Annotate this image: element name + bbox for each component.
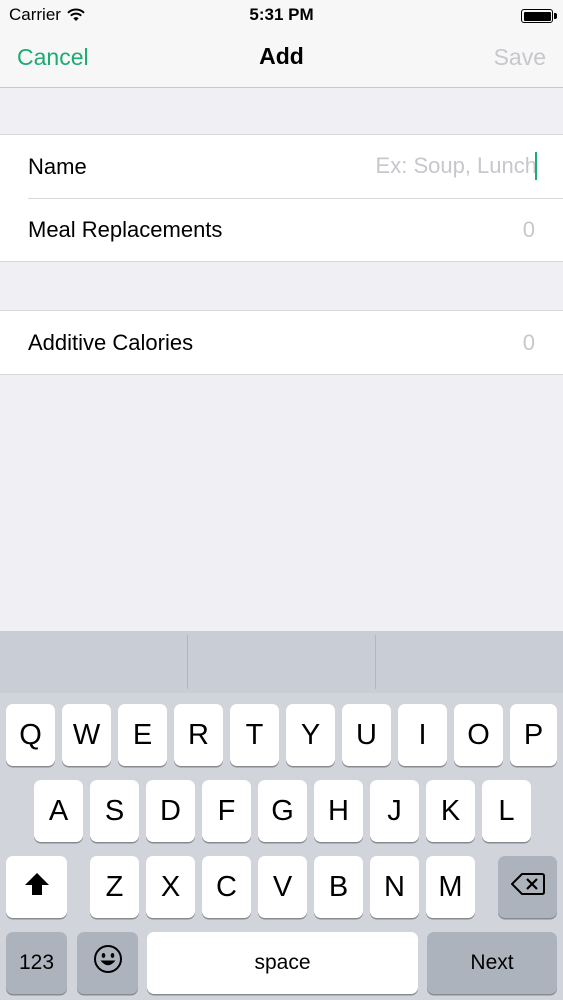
shift-key[interactable] <box>6 856 67 918</box>
status-bar: Carrier 5:31 PM <box>0 0 563 30</box>
key-s[interactable]: S <box>90 780 139 842</box>
save-button[interactable]: Save <box>494 44 546 71</box>
key-p[interactable]: P <box>510 704 557 766</box>
key-q[interactable]: Q <box>6 704 55 766</box>
additive-calories-row[interactable]: Additive Calories 0 <box>0 311 563 374</box>
form-section-calories: Additive Calories 0 <box>0 310 563 375</box>
key-o[interactable]: O <box>454 704 503 766</box>
meal-replacements-row[interactable]: Meal Replacements 0 <box>0 198 563 261</box>
status-time: 5:31 PM <box>249 5 314 24</box>
key-z[interactable]: Z <box>90 856 139 918</box>
key-t[interactable]: T <box>230 704 279 766</box>
navigation-bar: Cancel Add Save <box>0 30 563 88</box>
key-d[interactable]: D <box>146 780 195 842</box>
text-cursor <box>535 152 537 180</box>
suggestion-slot[interactable] <box>376 635 563 689</box>
key-a[interactable]: A <box>34 780 83 842</box>
key-e[interactable]: E <box>118 704 167 766</box>
suggestion-slot[interactable] <box>188 635 376 689</box>
numbers-key[interactable]: 123 <box>6 932 67 994</box>
form-section-meal: Name Meal Replacements 0 <box>0 134 563 262</box>
key-k[interactable]: K <box>426 780 475 842</box>
cancel-button[interactable]: Cancel <box>17 44 89 71</box>
key-c[interactable]: C <box>202 856 251 918</box>
key-b[interactable]: B <box>314 856 363 918</box>
key-i[interactable]: I <box>398 704 447 766</box>
space-key[interactable]: space <box>147 932 418 994</box>
delete-key[interactable] <box>498 856 557 918</box>
meal-replacements-label: Meal Replacements <box>28 217 223 242</box>
key-l[interactable]: L <box>482 780 531 842</box>
key-x[interactable]: X <box>146 856 195 918</box>
additive-calories-label: Additive Calories <box>28 330 194 355</box>
delete-icon <box>510 871 545 904</box>
key-y[interactable]: Y <box>286 704 335 766</box>
suggestion-slot[interactable] <box>0 635 188 689</box>
keyboard: Q W E R T Y U I O P A S D F G H J K L Z … <box>0 631 563 1000</box>
emoji-key[interactable] <box>77 932 138 994</box>
key-j[interactable]: J <box>370 780 419 842</box>
next-key[interactable]: Next <box>427 932 557 994</box>
shift-icon <box>24 871 50 904</box>
meal-replacements-value[interactable]: 0 <box>523 217 535 243</box>
key-v[interactable]: V <box>258 856 307 918</box>
battery-icon <box>521 9 557 23</box>
key-n[interactable]: N <box>370 856 419 918</box>
key-r[interactable]: R <box>174 704 223 766</box>
name-input[interactable] <box>337 149 537 183</box>
key-m[interactable]: M <box>426 856 475 918</box>
key-f[interactable]: F <box>202 780 251 842</box>
name-row[interactable]: Name <box>0 135 563 198</box>
emoji-icon <box>93 944 123 982</box>
key-w[interactable]: W <box>62 704 111 766</box>
key-g[interactable]: G <box>258 780 307 842</box>
key-u[interactable]: U <box>342 704 391 766</box>
additive-calories-value[interactable]: 0 <box>523 330 535 356</box>
predictive-suggestion-bar <box>0 631 563 693</box>
key-h[interactable]: H <box>314 780 363 842</box>
name-label: Name <box>28 154 87 179</box>
